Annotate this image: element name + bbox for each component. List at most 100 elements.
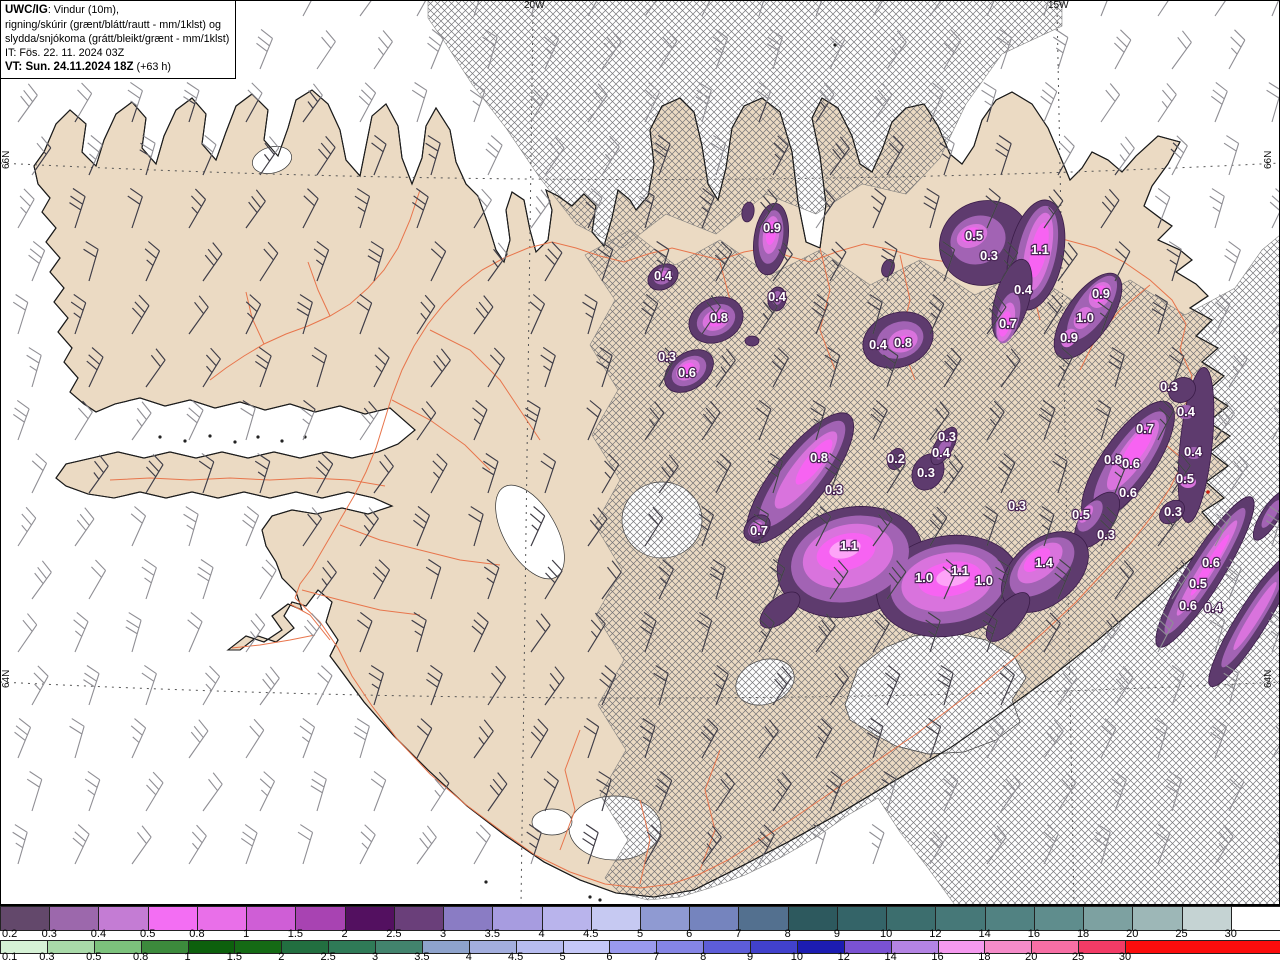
precip-value-label: 1.0 [975,573,993,588]
precip-value-label: 1.1 [951,563,969,578]
legend-tick-label: 3.5 [484,929,500,940]
precip-value-label: 1.1 [1031,242,1049,257]
legend-tick-label: 30 [1118,952,1132,960]
parallel-label: 64N [1263,670,1274,688]
precipitation-blob [744,335,760,347]
legend-cell [443,907,493,930]
precip-value-label: 0.5 [1072,507,1090,522]
precip-value-label: 0.5 [965,228,983,243]
legend-tick-label: 10 [880,929,893,940]
precip-value-label: 0.6 [1122,456,1140,471]
legend-tick-label: 14 [978,929,991,940]
legend-tick-label: 20 [1025,952,1038,960]
legend-tick-label: 6 [606,952,613,960]
weather-forecast-map: 20W 15W 66N 66N 64N 64N 0.9 0.5 0.3 1.1 0.4 0.7 0.9 1… [0,0,1280,960]
legend-tick-label: 1 [243,929,250,940]
legend-tick-label: 2 [341,929,348,940]
title-line-2: rigning/skúrir (grænt/blátt/rautt - mm/1… [5,18,222,31]
legend-tick-label: 12 [837,952,850,960]
legend-tick-label: 0.8 [132,952,149,960]
legend-cell [147,907,197,930]
legend-cell [0,907,50,930]
precip-value-label: 0.9 [1092,286,1110,301]
legend-tick-label: 10 [790,952,803,960]
precip-value-label: 0.3 [917,465,935,480]
legend-tick-label: 0.8 [189,929,205,940]
precip-value-label: 0.3 [1160,379,1178,394]
legend-tick-label: 8 [700,952,707,960]
precip-value-label: 0.5 [1189,576,1207,591]
precip-value-label: 0.6 [1119,485,1137,500]
title-box: UWC/IG: Vindur (10m), rigning/skúrir (gr… [0,0,237,79]
model-id: UWC/IG [5,4,48,16]
legend-tick-label: 0.5 [86,952,102,960]
islet [598,898,602,902]
legend-tick-label: 2.5 [386,929,402,940]
precip-value-label: 0.3 [980,248,998,263]
precip-value-label: 0.3 [825,482,843,497]
legend-tick-label: 1.5 [226,952,243,960]
legend-tick-label: 1.5 [287,929,304,940]
precip-value-label: 0.5 [1176,471,1194,486]
legend-ticks-rain: 0.1 0.3 0.5 0.8 1 1.5 2 2.5 3 3.5 4 4.5 5 6 7 8 9 10 12 14 1… [0,952,1280,960]
precip-value-label: 0.4 [768,289,787,304]
legend-tick-label: 3.5 [414,952,430,960]
legend-tick-label: 5 [636,929,644,940]
town-dot [1206,490,1210,494]
legend-tick-label: 0.3 [41,929,57,940]
legend-tick-label: 25 [1072,952,1085,960]
precip-value-label: 0.8 [894,335,912,350]
legend-cell [246,907,296,930]
precip-value-label: 0.8 [810,450,828,465]
title-line-1: UWC/IG: Vindur (10m), [5,4,120,16]
legend-tick-label: 0.4 [90,929,107,940]
precip-value-label: 1.4 [1035,555,1054,570]
precip-value-label: 0.9 [1060,330,1078,345]
precip-value-label: 0.4 [1204,600,1223,615]
islet [256,435,260,439]
init-time: IT: Fös. 22. 11. 2024 03Z [5,47,125,59]
legend-cell [492,907,542,930]
legend-cell [1033,907,1084,930]
legend-tick-label: 1 [184,952,191,960]
precip-value-label: 0.6 [1202,555,1220,570]
legend-tick-label: 0.5 [140,929,156,940]
islet [588,895,592,899]
legend-cell [49,907,99,930]
glacier [531,808,573,836]
legend-tick-label: 9 [746,952,754,960]
legend-tick-label: 4 [465,952,472,960]
legend-cell [1132,907,1182,930]
legend-tick-label: 4.5 [507,952,524,960]
precip-value-label: 0.8 [710,310,728,325]
legend-tick-label: 18 [1076,929,1090,940]
precipitation-legend: 0.2 0.3 0.4 0.5 0.8 1 1.5 2 2.5 3 3.5 4 4.5 5 6 7 8 9 10 12… [0,905,1280,960]
legend-tick-label: 2.5 [320,952,336,960]
legend-tick-label: 0.3 [39,952,55,960]
precip-value-label: 1.0 [1076,310,1094,325]
legend-cell [196,907,247,930]
legend-tick-label: 2 [278,952,285,960]
islet [280,439,284,443]
parallel-label: 66N [1,151,12,169]
precip-value-label: 0.6 [1179,598,1197,613]
legend-cell [1083,907,1133,930]
islet [158,435,162,439]
legend-ticks-sleet-snow: 0.2 0.3 0.4 0.5 0.8 1 1.5 2 2.5 3 3.5 4 4.5 5 6 7 8 9 10 12… [0,929,1280,940]
legend-cell [935,907,985,930]
legend-bar-sleet-snow [0,906,1280,931]
precip-value-label: 0.4 [654,268,673,283]
islet [183,439,187,443]
legend-tick-label: 12 [929,929,942,940]
legend-cell [590,907,640,930]
legend-tick-label: 7 [735,929,742,940]
legend-tick-label: 20 [1126,929,1139,940]
precip-value-label: 0.2 [887,451,905,466]
legend-cell [886,907,936,930]
legend-tick-label: 16 [931,952,944,960]
precip-value-label: 0.3 [658,349,676,364]
islet [484,880,488,884]
precip-value-label: 0.4 [869,337,888,352]
legend-tick-label: 7 [653,952,660,960]
precip-value-label: 0.6 [678,365,696,380]
